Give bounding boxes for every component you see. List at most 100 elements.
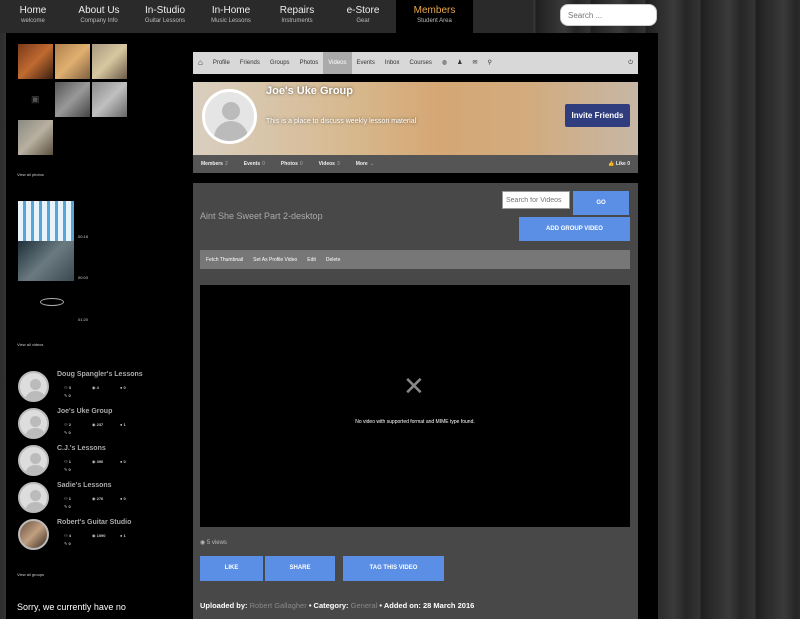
group-item[interactable]: C.J.'s Lessons ⚇ 1 ◉ 390 ● 0 ✎ 0 (18, 442, 178, 478)
home-icon[interactable]: ⌂ (193, 52, 208, 74)
nav-about[interactable]: About Us Company Info (66, 0, 132, 33)
nav-members[interactable]: Members Student Area (396, 0, 473, 33)
nav-members-sub: Student Area (417, 18, 452, 24)
tab-videos[interactable]: Videos 3 (311, 155, 348, 173)
group-item[interactable]: Sadie's Lessons ⚇ 1 ◉ 276 ● 0 ✎ 0 (18, 479, 178, 515)
tab-more[interactable]: More ⌄ (348, 155, 382, 173)
group-name[interactable]: Robert's Guitar Studio (57, 519, 131, 526)
edit-button[interactable]: Edit (301, 257, 320, 263)
power-icon[interactable]: ⏻ (623, 52, 638, 74)
site-search-input[interactable] (560, 4, 657, 26)
photo-thumb[interactable] (92, 82, 127, 117)
tab-friends[interactable]: Friends (235, 52, 265, 74)
members-icon: ⚇ 4 (64, 533, 71, 538)
nav-in-studio-sub: Guitar Lessons (144, 18, 186, 24)
thumbs-up-icon: 👍 (608, 161, 615, 167)
group-name[interactable]: Joe's Uke Group (57, 408, 112, 415)
image-placeholder-icon: ▣ (31, 94, 40, 104)
tab-profile[interactable]: Profile (208, 52, 235, 74)
delete-button[interactable]: Delete (320, 257, 344, 263)
photo-thumb[interactable] (18, 44, 53, 79)
added-on-label: Added on: 28 March 2016 (383, 601, 475, 610)
nav-estore[interactable]: e-Store Gear (330, 0, 396, 33)
nav-estore-label: e-Store (346, 5, 380, 16)
avatar (18, 445, 49, 476)
comments-icon: ● 1 (120, 533, 126, 538)
comments-icon: ● 0 (120, 385, 126, 390)
like-group-button[interactable]: 👍 Like 0 (608, 161, 638, 167)
tab-photos-label: Photos (280, 161, 298, 167)
group-members-count: 4 (68, 533, 71, 538)
video-thumb[interactable] (18, 288, 74, 328)
nav-in-studio-label: In-Studio (144, 5, 186, 16)
nav-in-studio[interactable]: In-Studio Guitar Lessons (132, 0, 198, 33)
group-comments-count: 1 (123, 533, 126, 538)
uploader-link[interactable]: Robert Gallagher (250, 601, 307, 610)
view-all-photos-link[interactable]: View all photos (17, 172, 44, 177)
video-search-input[interactable] (502, 191, 570, 209)
like-count: 0 (627, 161, 630, 167)
pencil-icon: ✎ 0 (64, 430, 71, 435)
nav-repairs-label: Repairs (279, 5, 315, 16)
nav-in-home[interactable]: In-Home Music Lessons (198, 0, 264, 33)
group-name[interactable]: C.J.'s Lessons (57, 445, 106, 452)
tab-groups[interactable]: Groups (265, 52, 295, 74)
video-thumb[interactable] (18, 241, 74, 281)
like-button[interactable]: LIKE (200, 556, 263, 581)
go-button[interactable]: GO (573, 191, 629, 215)
tab-inbox[interactable]: Inbox (380, 52, 405, 74)
photo-thumb[interactable] (18, 120, 53, 155)
video-actions: Fetch Thumbnail Set As Profile Video Edi… (200, 250, 630, 269)
views-icon: ◉ 237 (92, 422, 104, 427)
group-item[interactable]: Joe's Uke Group ⚇ 2 ◉ 237 ● 1 ✎ 0 (18, 405, 178, 441)
group-members-count: 3 (68, 385, 71, 390)
add-group-video-button[interactable]: ADD GROUP VIDEO (519, 217, 630, 241)
group-views-count: 237 (96, 422, 104, 427)
photo-thumb[interactable]: ▣ (18, 82, 53, 117)
video-title: Aint She Sweet Part 2-desktop (200, 211, 323, 221)
group-name[interactable]: Doug Spangler's Lessons (57, 371, 143, 378)
tab-events[interactable]: Events (352, 52, 380, 74)
category-link[interactable]: General (351, 601, 378, 610)
logo-oval-icon (40, 298, 64, 306)
group-name[interactable]: Sadie's Lessons (57, 482, 112, 489)
group-item[interactable]: Doug Spangler's Lessons ⚇ 3 ◉ 4 ● 0 ✎ 0 (18, 368, 178, 404)
set-profile-video-button[interactable]: Set As Profile Video (247, 257, 301, 263)
group-tabs: Members 2 Events 0 Photos 0 Videos 3 More ⌄ 👍… (193, 155, 638, 173)
tab-courses[interactable]: Courses (405, 52, 437, 74)
tab-videos[interactable]: Videos (323, 52, 352, 74)
globe-icon[interactable]: ◍ (437, 52, 452, 74)
eye-icon: ◉ (200, 540, 206, 546)
nav-repairs-sub: Instruments (281, 18, 313, 24)
mail-icon[interactable]: ✉ (468, 52, 483, 74)
tag-video-button[interactable]: TAG THIS VIDEO (343, 556, 444, 581)
tab-events[interactable]: Events 0 (236, 155, 273, 173)
video-duration: 00:18 (78, 234, 89, 239)
photo-thumb[interactable] (92, 44, 127, 79)
nav-in-home-sub: Music Lessons (211, 18, 251, 24)
photo-thumb[interactable] (55, 82, 90, 117)
search-icon[interactable]: ⚲ (483, 52, 497, 74)
group-comments-count: 1 (123, 422, 126, 427)
view-all-videos-link[interactable]: View all videos (17, 342, 43, 347)
view-all-groups-link[interactable]: View all groups (17, 572, 44, 577)
fetch-thumbnail-button[interactable]: Fetch Thumbnail (200, 257, 247, 263)
share-button[interactable]: SHARE (265, 556, 335, 581)
views-icon: ◉ 1090 (92, 533, 106, 538)
tab-photos[interactable]: Photos (295, 52, 324, 74)
tab-photos[interactable]: Photos 0 (273, 155, 311, 173)
group-stats: ⚇ 1 ◉ 390 ● 0 (64, 459, 174, 464)
photo-thumb[interactable] (55, 44, 90, 79)
tab-members[interactable]: Members 2 (193, 155, 236, 173)
video-thumb[interactable] (18, 201, 74, 241)
group-item[interactable]: Robert's Guitar Studio ⚇ 4 ◉ 1090 ● 1 ✎ 0 (18, 516, 178, 552)
uploaded-label: Uploaded by: (200, 601, 248, 610)
nav-repairs[interactable]: Repairs Instruments (264, 0, 330, 33)
user-icon[interactable]: ♟ (452, 52, 467, 74)
video-player[interactable]: ✕ No video with supported format and MIM… (200, 285, 630, 527)
members-icon: ⚇ 1 (64, 459, 71, 464)
tab-videos-count: 3 (336, 161, 340, 167)
members-icon: ⚇ 3 (64, 385, 71, 390)
nav-home[interactable]: Home welcome (0, 0, 66, 33)
invite-friends-button[interactable]: Invite Friends (565, 104, 630, 127)
